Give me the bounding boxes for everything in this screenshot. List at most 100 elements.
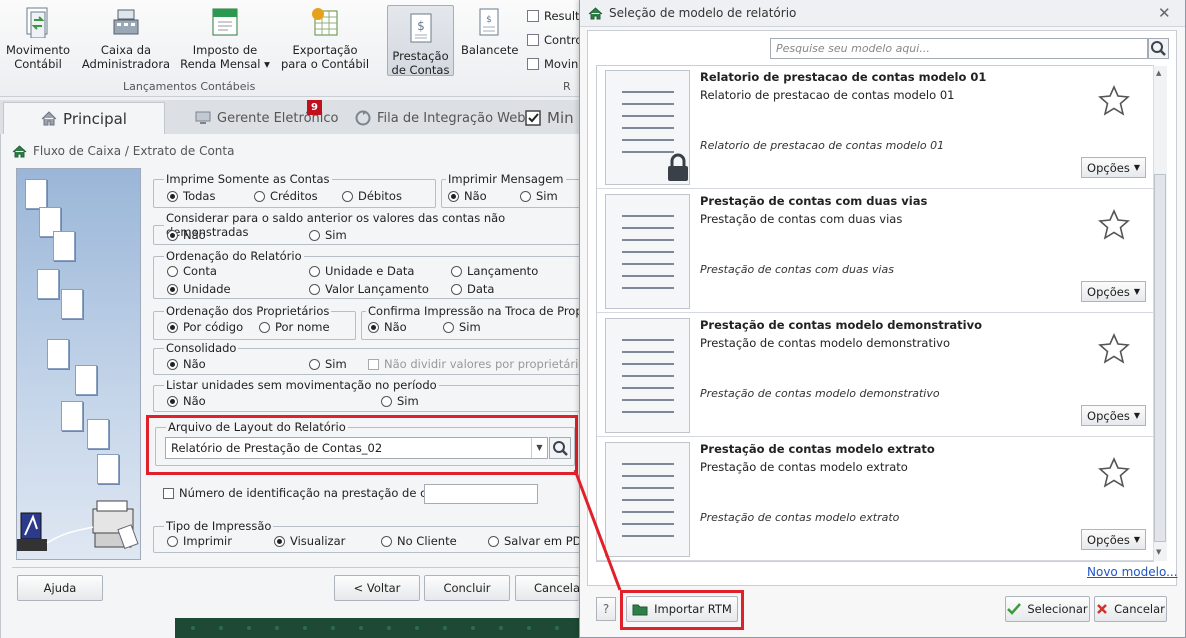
cancelar-form-button[interactable]: Cancelar [515, 575, 579, 601]
concluir-button[interactable]: Concluir [424, 575, 510, 601]
caixa-administradora-button[interactable]: Caixa da Administradora [80, 6, 172, 71]
radio-indicator[interactable] [167, 321, 178, 333]
checkbox-indicator[interactable] [368, 358, 379, 370]
radio-indicator[interactable] [451, 265, 462, 277]
radio-confirma-nao[interactable]: Não [368, 320, 407, 334]
exportacao-contabil-button[interactable]: Exportação para o Contábil [279, 6, 371, 71]
list-item[interactable]: Prestação de contas modelo extrato Prest… [597, 438, 1153, 561]
radio-consolidado-sim[interactable]: Sim [309, 357, 347, 371]
ajuda-button[interactable]: Ajuda [17, 575, 103, 601]
radio-indicator[interactable] [167, 395, 178, 407]
radio-indicator[interactable] [309, 283, 320, 295]
checkbox-nao-dividir[interactable]: Não dividir valores por proprietário [368, 357, 585, 371]
radio-unidade[interactable]: Unidade [167, 282, 231, 296]
numero-identificacao-input[interactable] [424, 484, 538, 504]
radio-visualizar[interactable]: Visualizar [274, 534, 345, 548]
checkbox-numero-identificacao[interactable]: Número de identificação na prestação de … [163, 486, 462, 500]
item-subtitle: Prestação de contas com duas vias [700, 212, 903, 226]
movimento-contabil-button[interactable]: Movimento Contábil [5, 6, 71, 71]
radio-indicator[interactable] [381, 535, 392, 547]
radio-indicator[interactable] [443, 321, 454, 333]
radio-indicator[interactable] [309, 229, 320, 241]
radio-indicator[interactable] [254, 190, 265, 202]
selecionar-button[interactable]: Selecionar [1005, 596, 1090, 622]
tab-min[interactable]: Min [515, 102, 584, 134]
tab-fila-integracao[interactable]: Fila de Integração Web [345, 102, 536, 134]
scroll-up-icon[interactable]: ▲ [1156, 69, 1161, 77]
radio-unidade-data[interactable]: Unidade e Data [309, 264, 414, 278]
radio-considerar-sim[interactable]: Sim [309, 228, 347, 242]
radio-indicator[interactable] [167, 535, 178, 547]
star-icon[interactable] [1097, 208, 1131, 242]
radio-valor-lancamento[interactable]: Valor Lançamento [309, 282, 429, 296]
model-search-button[interactable] [1148, 38, 1169, 59]
radio-indicator[interactable] [309, 358, 320, 370]
radio-indicator[interactable] [274, 535, 285, 547]
imposto-renda-button[interactable]: Imposto de Renda Mensal ▾ [180, 6, 270, 71]
ribbon-small-item[interactable]: Movin [527, 57, 578, 71]
ribbon-label: Administradora [81, 57, 171, 71]
radio-lancamento[interactable]: Lançamento [451, 264, 538, 278]
ribbon-small-item[interactable]: Contro [527, 33, 582, 47]
star-icon[interactable] [1097, 332, 1131, 366]
tab-gerente-eletronico[interactable]: Gerente Eletrônico [185, 102, 348, 134]
radio-indicator[interactable] [167, 358, 178, 370]
item-title: Prestação de contas modelo demonstrativo [700, 318, 983, 332]
radio-consolidado-nao[interactable]: Não [167, 357, 206, 371]
star-icon[interactable] [1097, 84, 1131, 118]
cancelar-dialog-button[interactable]: Cancelar [1094, 596, 1167, 622]
close-icon[interactable]: ✕ [1158, 4, 1171, 22]
tab-principal[interactable]: Principal [3, 102, 165, 134]
list-item[interactable]: Prestação de contas com duas vias Presta… [597, 190, 1153, 313]
list-item[interactable]: Relatorio de prestacao de contas modelo … [597, 66, 1153, 189]
list-item[interactable]: Prestação de contas modelo demonstrativo… [597, 314, 1153, 437]
radio-indicator[interactable] [368, 321, 379, 333]
radio-indicator[interactable] [259, 321, 270, 333]
star-icon[interactable] [1097, 456, 1131, 490]
radio-conta[interactable]: Conta [167, 264, 217, 278]
scrollbar-thumb[interactable] [1154, 174, 1166, 542]
radio-por-codigo[interactable]: Por código [167, 320, 243, 334]
radio-indicator[interactable] [167, 229, 178, 241]
help-button[interactable]: ? [596, 597, 616, 621]
radio-listar-sim[interactable]: Sim [381, 394, 419, 408]
radio-debitos[interactable]: Débitos [342, 189, 402, 203]
radio-indicator[interactable] [488, 535, 499, 547]
radio-indicator[interactable] [520, 190, 531, 202]
radio-indicator[interactable] [167, 283, 178, 295]
balancete-button[interactable]: $ Balancete [461, 6, 518, 57]
prestacao-contas-button[interactable]: $ Prestação de Contas [387, 5, 454, 77]
ribbon-small-item[interactable]: Result [527, 9, 580, 23]
options-button[interactable]: Opções ▼ [1081, 157, 1146, 178]
radio-considerar-nao[interactable]: Não [167, 228, 206, 242]
radio-indicator[interactable] [381, 395, 392, 407]
radio-indicator[interactable] [448, 190, 459, 202]
model-search-input[interactable]: Pesquise seu modelo aqui... [770, 38, 1148, 59]
options-button[interactable]: Opções ▼ [1081, 529, 1146, 550]
radio-indicator[interactable] [167, 265, 178, 277]
options-button[interactable]: Opções ▼ [1081, 281, 1146, 302]
highlight-box [146, 415, 578, 475]
radio-creditos[interactable]: Créditos [254, 189, 318, 203]
checkbox-indicator[interactable] [163, 487, 174, 499]
radio-indicator[interactable] [309, 265, 320, 277]
radio-todas[interactable]: Todas [167, 189, 215, 203]
item-description: Prestação de contas com duas vias [700, 263, 894, 276]
radio-indicator[interactable] [451, 283, 462, 295]
checkbox-icon [525, 110, 541, 126]
radio-mensagem-sim[interactable]: Sim [520, 189, 558, 203]
radio-indicator[interactable] [167, 190, 178, 202]
radio-por-nome[interactable]: Por nome [259, 320, 330, 334]
options-button[interactable]: Opções ▼ [1081, 405, 1146, 426]
radio-data[interactable]: Data [451, 282, 494, 296]
radio-salvar-pdf[interactable]: Salvar em PDF [488, 534, 588, 548]
radio-confirma-sim[interactable]: Sim [443, 320, 481, 334]
scroll-down-icon[interactable]: ▼ [1156, 548, 1161, 556]
radio-indicator[interactable] [342, 190, 353, 202]
radio-no-cliente[interactable]: No Cliente [381, 534, 457, 548]
radio-mensagem-nao[interactable]: Não [448, 189, 487, 203]
radio-listar-nao[interactable]: Não [167, 394, 206, 408]
novo-modelo-link[interactable]: Novo modelo... [1087, 565, 1178, 579]
radio-imprimir[interactable]: Imprimir [167, 534, 232, 548]
voltar-button[interactable]: < Voltar [334, 575, 420, 601]
